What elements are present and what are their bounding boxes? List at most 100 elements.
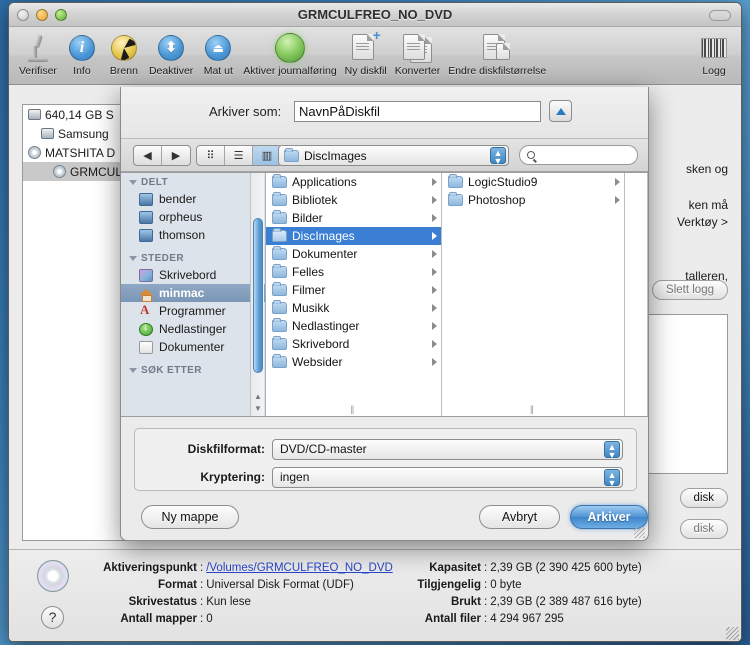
sidebar-item-orpheus[interactable]: orpheus: [121, 208, 265, 226]
favorites-sidebar[interactable]: DELT bender orpheus thomson STEDER Skriv…: [121, 173, 266, 416]
column-item-label: Bilder: [292, 211, 323, 225]
status-row: Kapasitet : 2,39 GB (2 390 425 600 byte): [391, 561, 721, 575]
column-item[interactable]: Nedlastinger: [266, 317, 441, 335]
clear-log-button[interactable]: Slett logg: [652, 280, 728, 300]
column-item[interactable]: Bilder: [266, 209, 441, 227]
column-item[interactable]: Applications: [266, 173, 441, 191]
back-forward-segment[interactable]: ◀ ▶: [133, 145, 191, 166]
format-row: Diskfilformat: DVD/CD-master ▲ ▼: [135, 439, 636, 460]
filename-input[interactable]: [294, 101, 541, 122]
sidebar-item-label: bender: [159, 192, 197, 206]
cancel-button[interactable]: Avbryt: [479, 505, 560, 529]
column-item[interactable]: Photoshop: [442, 191, 624, 209]
column-item-label: Websider: [292, 355, 343, 369]
column-item-label: Bibliotek: [292, 193, 338, 207]
status-value-link[interactable]: /Volumes/GRMCULFREO_NO_DVD: [206, 561, 393, 575]
toolbar-button-convert[interactable]: Konverter: [391, 30, 445, 78]
view-mode-segment[interactable]: ⠿ ☰ ▥: [196, 145, 282, 166]
status-separator: :: [200, 596, 204, 608]
toolbar-button-burn[interactable]: Brenn: [103, 30, 145, 78]
encryption-value: ingen: [280, 470, 310, 484]
eject-icon: ⏏: [205, 31, 232, 64]
encryption-label: Kryptering:: [200, 470, 265, 484]
sidebar-item-programmer[interactable]: Programmer: [121, 302, 265, 320]
sidebar-item-minmac[interactable]: minmac: [121, 284, 265, 302]
arrow-left-icon[interactable]: ◀: [134, 146, 162, 165]
chevron-right-icon: [432, 286, 437, 294]
column-item[interactable]: Dokumenter: [266, 245, 441, 263]
sidebar-section-header[interactable]: DELT: [121, 173, 265, 190]
column-item[interactable]: Felles: [266, 263, 441, 281]
status-key: Antall filer: [424, 613, 481, 625]
toolbar-button-verify[interactable]: Verifiser: [15, 30, 61, 78]
stepper-icon[interactable]: ▲ ▼: [604, 469, 620, 488]
column-view-icon[interactable]: ▥: [253, 146, 281, 165]
toolbar-button-log[interactable]: Logg: [693, 30, 735, 78]
column-item-label: LogicStudio9: [468, 175, 538, 189]
path-popup-button[interactable]: DiscImages ▲ ▼: [278, 145, 509, 166]
stepper-icon[interactable]: ▲ ▼: [490, 147, 506, 166]
toolbar-button-enable-journaling[interactable]: Aktiver journalføring: [239, 30, 340, 78]
status-key: Format: [158, 579, 197, 591]
disk-action-button-2[interactable]: disk: [679, 519, 728, 539]
resize-image-icon: [483, 31, 511, 64]
column-resize-handle[interactable]: ||: [351, 404, 355, 414]
help-button[interactable]: ?: [41, 606, 64, 629]
toolbar-button-eject[interactable]: ⏏ Mat ut: [197, 30, 239, 78]
browser-column-2[interactable]: LogicStudio9 Photoshop ||: [442, 173, 625, 416]
arrow-right-icon[interactable]: ▶: [162, 146, 190, 165]
sidebar-item-nedlastinger[interactable]: Nedlastinger: [121, 320, 265, 338]
status-separator: :: [200, 579, 204, 591]
computer-icon: [139, 228, 153, 242]
column-item[interactable]: Websider: [266, 353, 441, 371]
sidebar-item-thomson[interactable]: thomson: [121, 226, 265, 244]
sidebar-section-label: SØK ETTER: [141, 365, 202, 376]
encryption-select[interactable]: ingen ▲ ▼: [272, 467, 623, 488]
chevron-right-icon: [432, 322, 437, 330]
sidebar-item-dokumenter[interactable]: Dokumenter: [121, 338, 265, 356]
disk-action-button-1[interactable]: disk: [679, 488, 728, 508]
status-value: 4 294 967 295: [490, 613, 564, 625]
browser-column-3[interactable]: [625, 173, 648, 416]
hard-disk-icon: [41, 128, 54, 139]
new-folder-button[interactable]: Ny mappe: [141, 505, 239, 529]
toolbar-label: Verifiser: [19, 65, 57, 77]
toolbar-label: Info: [73, 65, 91, 77]
stepper-icon[interactable]: ▲ ▼: [604, 441, 620, 460]
sheet-resize-grip[interactable]: [634, 527, 645, 538]
sidebar-scrollbar[interactable]: ▲ ▼: [250, 173, 264, 416]
list-view-icon[interactable]: ☰: [225, 146, 253, 165]
status-row: Antall mapper : 0: [79, 612, 399, 626]
sidebar-section-header[interactable]: SØK ETTER: [121, 361, 265, 378]
toolbar-toggle-button[interactable]: [709, 10, 731, 21]
column-item[interactable]: Filmer: [266, 281, 441, 299]
column-item[interactable]: LogicStudio9: [442, 173, 624, 191]
toolbar-button-resize-image[interactable]: Endre diskfilstørrelse: [444, 30, 550, 78]
status-key: Aktiveringspunkt: [103, 562, 197, 574]
toolbar-label: Deaktiver: [148, 65, 194, 77]
column-item[interactable]: Bibliotek: [266, 191, 441, 209]
column-item[interactable]: Skrivebord: [266, 335, 441, 353]
toolbar-button-info[interactable]: i Info: [61, 30, 103, 78]
column-item-selected[interactable]: DiscImages: [266, 227, 441, 245]
status-value: Universal Disk Format (UDF): [206, 579, 354, 591]
icon-view-icon[interactable]: ⠿: [197, 146, 225, 165]
log-barcode-icon: [701, 31, 727, 64]
column-resize-handle[interactable]: ||: [530, 404, 534, 414]
disclosure-up-icon[interactable]: [549, 100, 572, 122]
new-disk-image-icon: +: [351, 28, 381, 64]
save-button[interactable]: Arkiver: [570, 505, 648, 529]
sidebar-item-skrivebord[interactable]: Skrivebord: [121, 266, 265, 284]
column-item[interactable]: Musikk: [266, 299, 441, 317]
toolbar-button-new-image[interactable]: + Ny diskfil: [341, 28, 391, 78]
toolbar-button-unmount[interactable]: ⬍ Deaktiver: [145, 30, 197, 78]
format-select[interactable]: DVD/CD-master ▲ ▼: [272, 439, 623, 460]
window-resize-grip[interactable]: [726, 627, 739, 640]
search-input[interactable]: [519, 145, 638, 165]
browser-column-1[interactable]: Applications Bibliotek Bilder DiscImages: [266, 173, 442, 416]
sidebar-section-header[interactable]: STEDER: [121, 249, 265, 266]
scroll-down-icon[interactable]: ▼: [253, 404, 263, 415]
sidebar-item-bender[interactable]: bender: [121, 190, 265, 208]
scrollbar-thumb[interactable]: [253, 218, 263, 373]
scroll-up-icon[interactable]: ▲: [253, 392, 263, 403]
